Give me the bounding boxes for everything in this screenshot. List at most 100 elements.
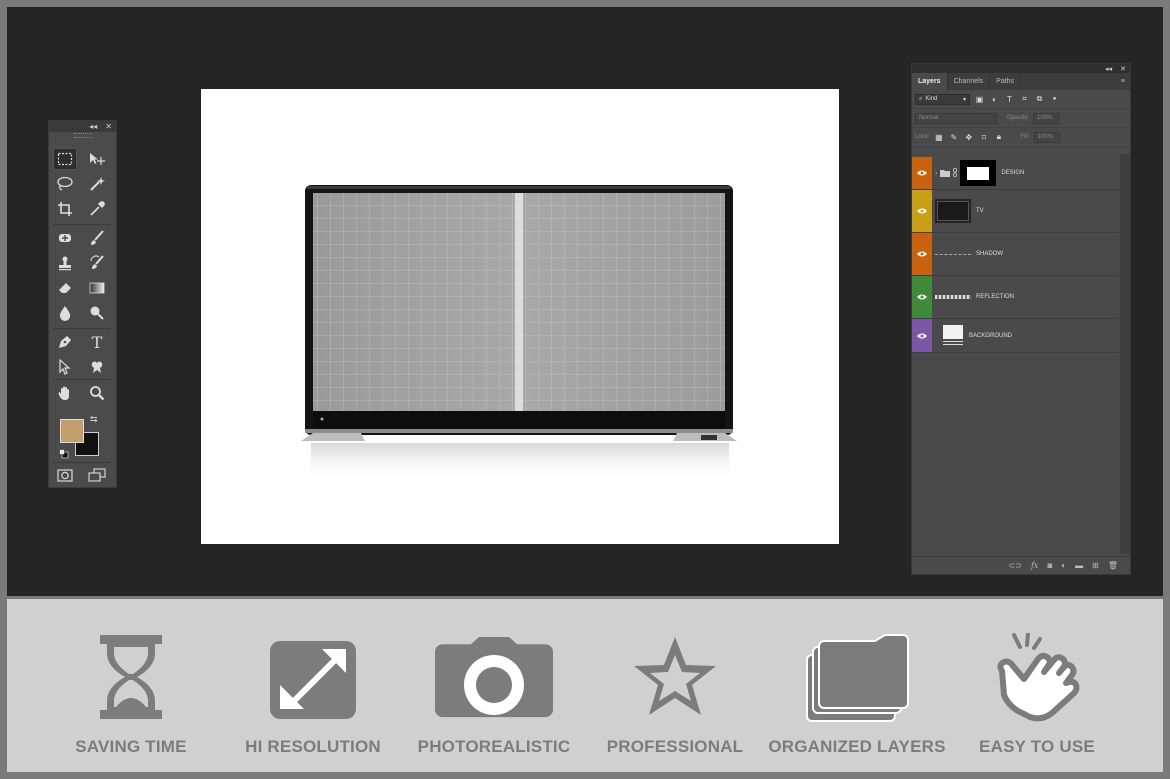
visibility-eye-icon[interactable] <box>912 319 932 352</box>
layers-panel-titlebar: ◂◂ ✕ <box>912 64 1130 73</box>
layer-row-tv[interactable]: TV <box>912 190 1119 233</box>
folder-icon <box>940 164 951 182</box>
search-icon: ⌕ <box>919 95 923 102</box>
delete-layer-icon[interactable]: 🗑︎ <box>1108 561 1118 570</box>
history-brush-icon[interactable] <box>85 252 109 274</box>
tab-channels[interactable]: Channels <box>948 73 991 90</box>
expand-chevron-icon[interactable]: › <box>935 170 937 177</box>
layer-thumbnail <box>935 199 971 223</box>
close-icon[interactable]: ✕ <box>1120 65 1126 73</box>
layer-name: DESIGN <box>1001 170 1025 176</box>
path-selection-icon[interactable] <box>53 356 77 378</box>
close-icon[interactable]: ✕ <box>105 122 112 131</box>
custom-shape-icon[interactable] <box>85 356 109 378</box>
clone-stamp-icon[interactable] <box>53 252 77 274</box>
layer-thumbnail <box>942 324 964 347</box>
feature-organized-layers: ORGANIZED LAYERS <box>767 633 947 756</box>
new-group-icon[interactable]: ▬ <box>1075 561 1083 570</box>
lock-image-icon[interactable]: ✎ <box>948 133 959 142</box>
layer-row-shadow[interactable]: SHADOW <box>912 233 1119 276</box>
lock-artboard-icon[interactable]: ⌑ <box>978 133 989 142</box>
hand-tool-icon[interactable] <box>53 382 77 404</box>
pen-tool-icon[interactable] <box>53 331 77 353</box>
collapse-icon[interactable]: ◂◂ <box>1105 65 1112 73</box>
opacity-field[interactable]: 100% <box>1033 112 1060 124</box>
collapse-icon[interactable]: ◂◂ <box>89 122 97 131</box>
panel-tabs: Layers Channels Paths ≡ <box>912 73 1130 90</box>
hourglass-icon <box>100 635 162 719</box>
layer-mask-thumbnail[interactable] <box>960 160 997 186</box>
eraser-icon[interactable] <box>53 277 77 299</box>
crop-tool-icon[interactable] <box>53 198 77 220</box>
link-layers-icon[interactable]: ⊂⊃ <box>1009 561 1022 570</box>
lasso-tool-icon[interactable] <box>53 173 77 195</box>
layer-row-design[interactable]: › DESIGN <box>912 157 1119 190</box>
layers-scrollbar[interactable] <box>1120 154 1130 554</box>
add-mask-icon[interactable]: ◙ <box>1047 561 1052 570</box>
type-tool-icon[interactable]: T <box>85 331 109 353</box>
feature-hi-resolution: HI RESOLUTION <box>223 633 403 756</box>
lock-transparent-icon[interactable]: ▦ <box>933 133 944 142</box>
magic-wand-icon[interactable] <box>85 173 109 195</box>
tab-paths[interactable]: Paths <box>990 73 1022 90</box>
blend-mode-select[interactable]: Normal <box>915 112 997 124</box>
adjustment-layer-icon[interactable]: ◐ <box>1061 561 1066 570</box>
layers-panel: ◂◂ ✕ Layers Channels Paths ≡ ⌕ Kind ▾ ▣ … <box>911 63 1131 575</box>
lock-row: Lock: ▦ ✎ ✥ ⌑ 🔒︎ Fill: 100% <box>912 128 1130 147</box>
feature-easy-to-use: EASY TO USE <box>947 633 1127 756</box>
link-chain-icon <box>953 164 958 182</box>
healing-brush-icon[interactable] <box>53 227 77 249</box>
filter-toggle-icon[interactable]: ● <box>1049 96 1060 102</box>
fill-field[interactable]: 100% <box>1033 131 1060 143</box>
lock-all-icon[interactable]: 🔒︎ <box>993 132 1004 142</box>
layer-row-reflection[interactable]: REFLECTION <box>912 276 1119 319</box>
gradient-tool-icon[interactable] <box>85 277 109 299</box>
camera-icon <box>435 637 553 718</box>
visibility-eye-icon[interactable] <box>912 157 932 189</box>
feature-label: EASY TO USE <box>979 737 1095 756</box>
tools-panel-titlebar: ◂◂ ✕ <box>49 121 116 132</box>
layer-style-icon[interactable]: fx <box>1031 561 1038 570</box>
feature-label: PROFESSIONAL <box>606 737 744 756</box>
visibility-eye-icon[interactable] <box>912 276 932 318</box>
panel-menu-icon[interactable]: ≡ <box>1121 73 1130 90</box>
feature-label: HI RESOLUTION <box>245 737 381 756</box>
marquee-tool-icon[interactable] <box>53 148 77 170</box>
layer-name: BACKGROUND <box>969 332 1013 339</box>
feature-professional: PROFESSIONAL <box>585 633 765 756</box>
adjustment-filter-icon[interactable]: ◐ <box>989 95 1000 104</box>
photoshop-workspace: ◂◂ ✕ T ⇆ ◂◂ ✕ Layers Channels Paths ≡ ⌕ … <box>7 7 1163 596</box>
move-tool-icon[interactable] <box>85 148 109 170</box>
pixel-filter-icon[interactable]: ▣ <box>974 95 985 104</box>
document-canvas[interactable] <box>201 89 839 544</box>
chevron-down-icon: ▾ <box>962 96 966 103</box>
blend-row: Normal Opacity: 100% <box>912 109 1130 128</box>
screen-mode-icon[interactable] <box>85 464 109 486</box>
expand-arrows-icon <box>270 641 356 719</box>
tab-layers[interactable]: Layers <box>912 73 948 90</box>
panel-grip[interactable] <box>49 132 116 138</box>
layer-row-background[interactable]: BACKGROUND <box>912 319 1119 353</box>
layers-panel-footer: ⊂⊃ fx ◙ ◐ ▬ ⊞ 🗑︎ <box>912 556 1130 574</box>
brush-tool-icon[interactable] <box>85 227 109 249</box>
quick-mask-icon[interactable] <box>53 464 77 486</box>
type-filter-icon[interactable]: T <box>1004 95 1015 104</box>
blur-tool-icon[interactable] <box>53 302 77 324</box>
lock-label: Lock: <box>915 134 930 140</box>
shape-filter-icon[interactable]: ⌗ <box>1019 94 1030 104</box>
visibility-eye-icon[interactable] <box>912 233 932 275</box>
zoom-tool-icon[interactable] <box>85 382 109 404</box>
new-layer-icon[interactable]: ⊞ <box>1092 561 1099 570</box>
lock-position-icon[interactable]: ✥ <box>963 133 974 142</box>
smart-object-filter-icon[interactable]: ⧉ <box>1034 94 1045 104</box>
star-icon <box>634 637 716 715</box>
layer-filter-row: ⌕ Kind ▾ ▣ ◐ T ⌗ ⧉ ● <box>912 90 1130 109</box>
layer-thumbnail <box>935 242 971 266</box>
dodge-tool-icon[interactable] <box>85 302 109 324</box>
visibility-eye-icon[interactable] <box>912 190 932 232</box>
swap-colors-icon[interactable]: ⇆ <box>90 414 98 425</box>
layer-name: TV <box>976 208 984 214</box>
eyedropper-icon[interactable] <box>85 198 109 220</box>
foreground-color-swatch[interactable] <box>60 419 84 443</box>
filter-kind-select[interactable]: ⌕ Kind ▾ <box>915 93 970 105</box>
